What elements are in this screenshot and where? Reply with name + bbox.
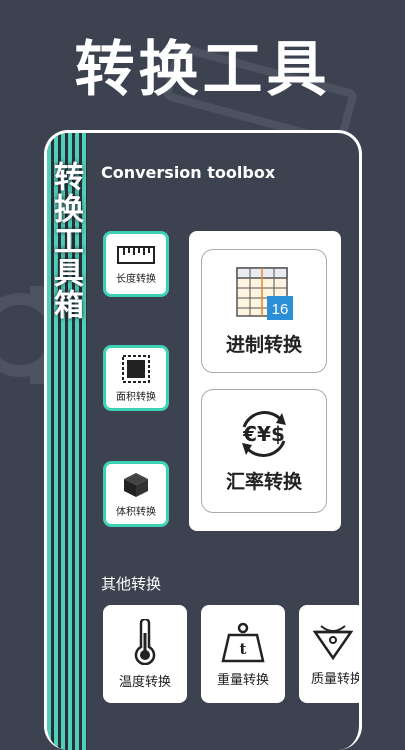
mass-convert-label: 质量转换 (311, 671, 362, 687)
mass-icon (312, 624, 354, 660)
weight-glyph: t (240, 640, 247, 658)
thermometer-icon (134, 618, 156, 665)
page-headline: 转换工具 (74, 35, 331, 105)
length-convert-label: 长度转换 (116, 273, 156, 285)
phone-frame: 转换工具箱 Conversion toolbox 长度转换 面积转换 体积转换 (44, 130, 362, 750)
weight-icon: t (221, 622, 265, 662)
app-subtitle: Conversion toolbox (101, 163, 276, 182)
featured-tools-panel: 16 进制转换 €¥$ 汇率转换 (189, 231, 341, 531)
base-convert-label: 进制转换 (225, 333, 302, 356)
weight-convert-label: 重量转换 (216, 672, 269, 688)
ruler-icon (117, 245, 155, 264)
area-convert-label: 面积转换 (116, 391, 156, 403)
temperature-convert-button[interactable]: 温度转换 (103, 605, 187, 703)
length-convert-button[interactable]: 长度转换 (103, 231, 169, 297)
base-convert-button[interactable]: 16 进制转换 (201, 249, 327, 373)
cube-icon (124, 472, 148, 497)
weight-convert-button[interactable]: t 重量转换 (201, 605, 285, 703)
side-title: 转换工具箱 (48, 161, 83, 321)
area-square-icon (122, 354, 150, 383)
currency-convert-label: 汇率转换 (225, 470, 302, 493)
volume-convert-button[interactable]: 体积转换 (103, 461, 169, 527)
area-convert-button[interactable]: 面积转换 (103, 345, 169, 411)
currency-convert-button[interactable]: €¥$ 汇率转换 (201, 389, 327, 513)
base-badge: 16 (272, 301, 289, 318)
currency-exchange-icon: €¥$ (242, 410, 286, 457)
mass-convert-button[interactable]: 质量转换 (299, 605, 362, 703)
other-section-label: 其他转换 (101, 575, 162, 593)
temperature-convert-label: 温度转换 (118, 674, 171, 690)
volume-convert-label: 体积转换 (116, 506, 156, 518)
svg-text:€¥$: €¥$ (242, 422, 285, 446)
base-table-icon: 16 (236, 266, 293, 320)
